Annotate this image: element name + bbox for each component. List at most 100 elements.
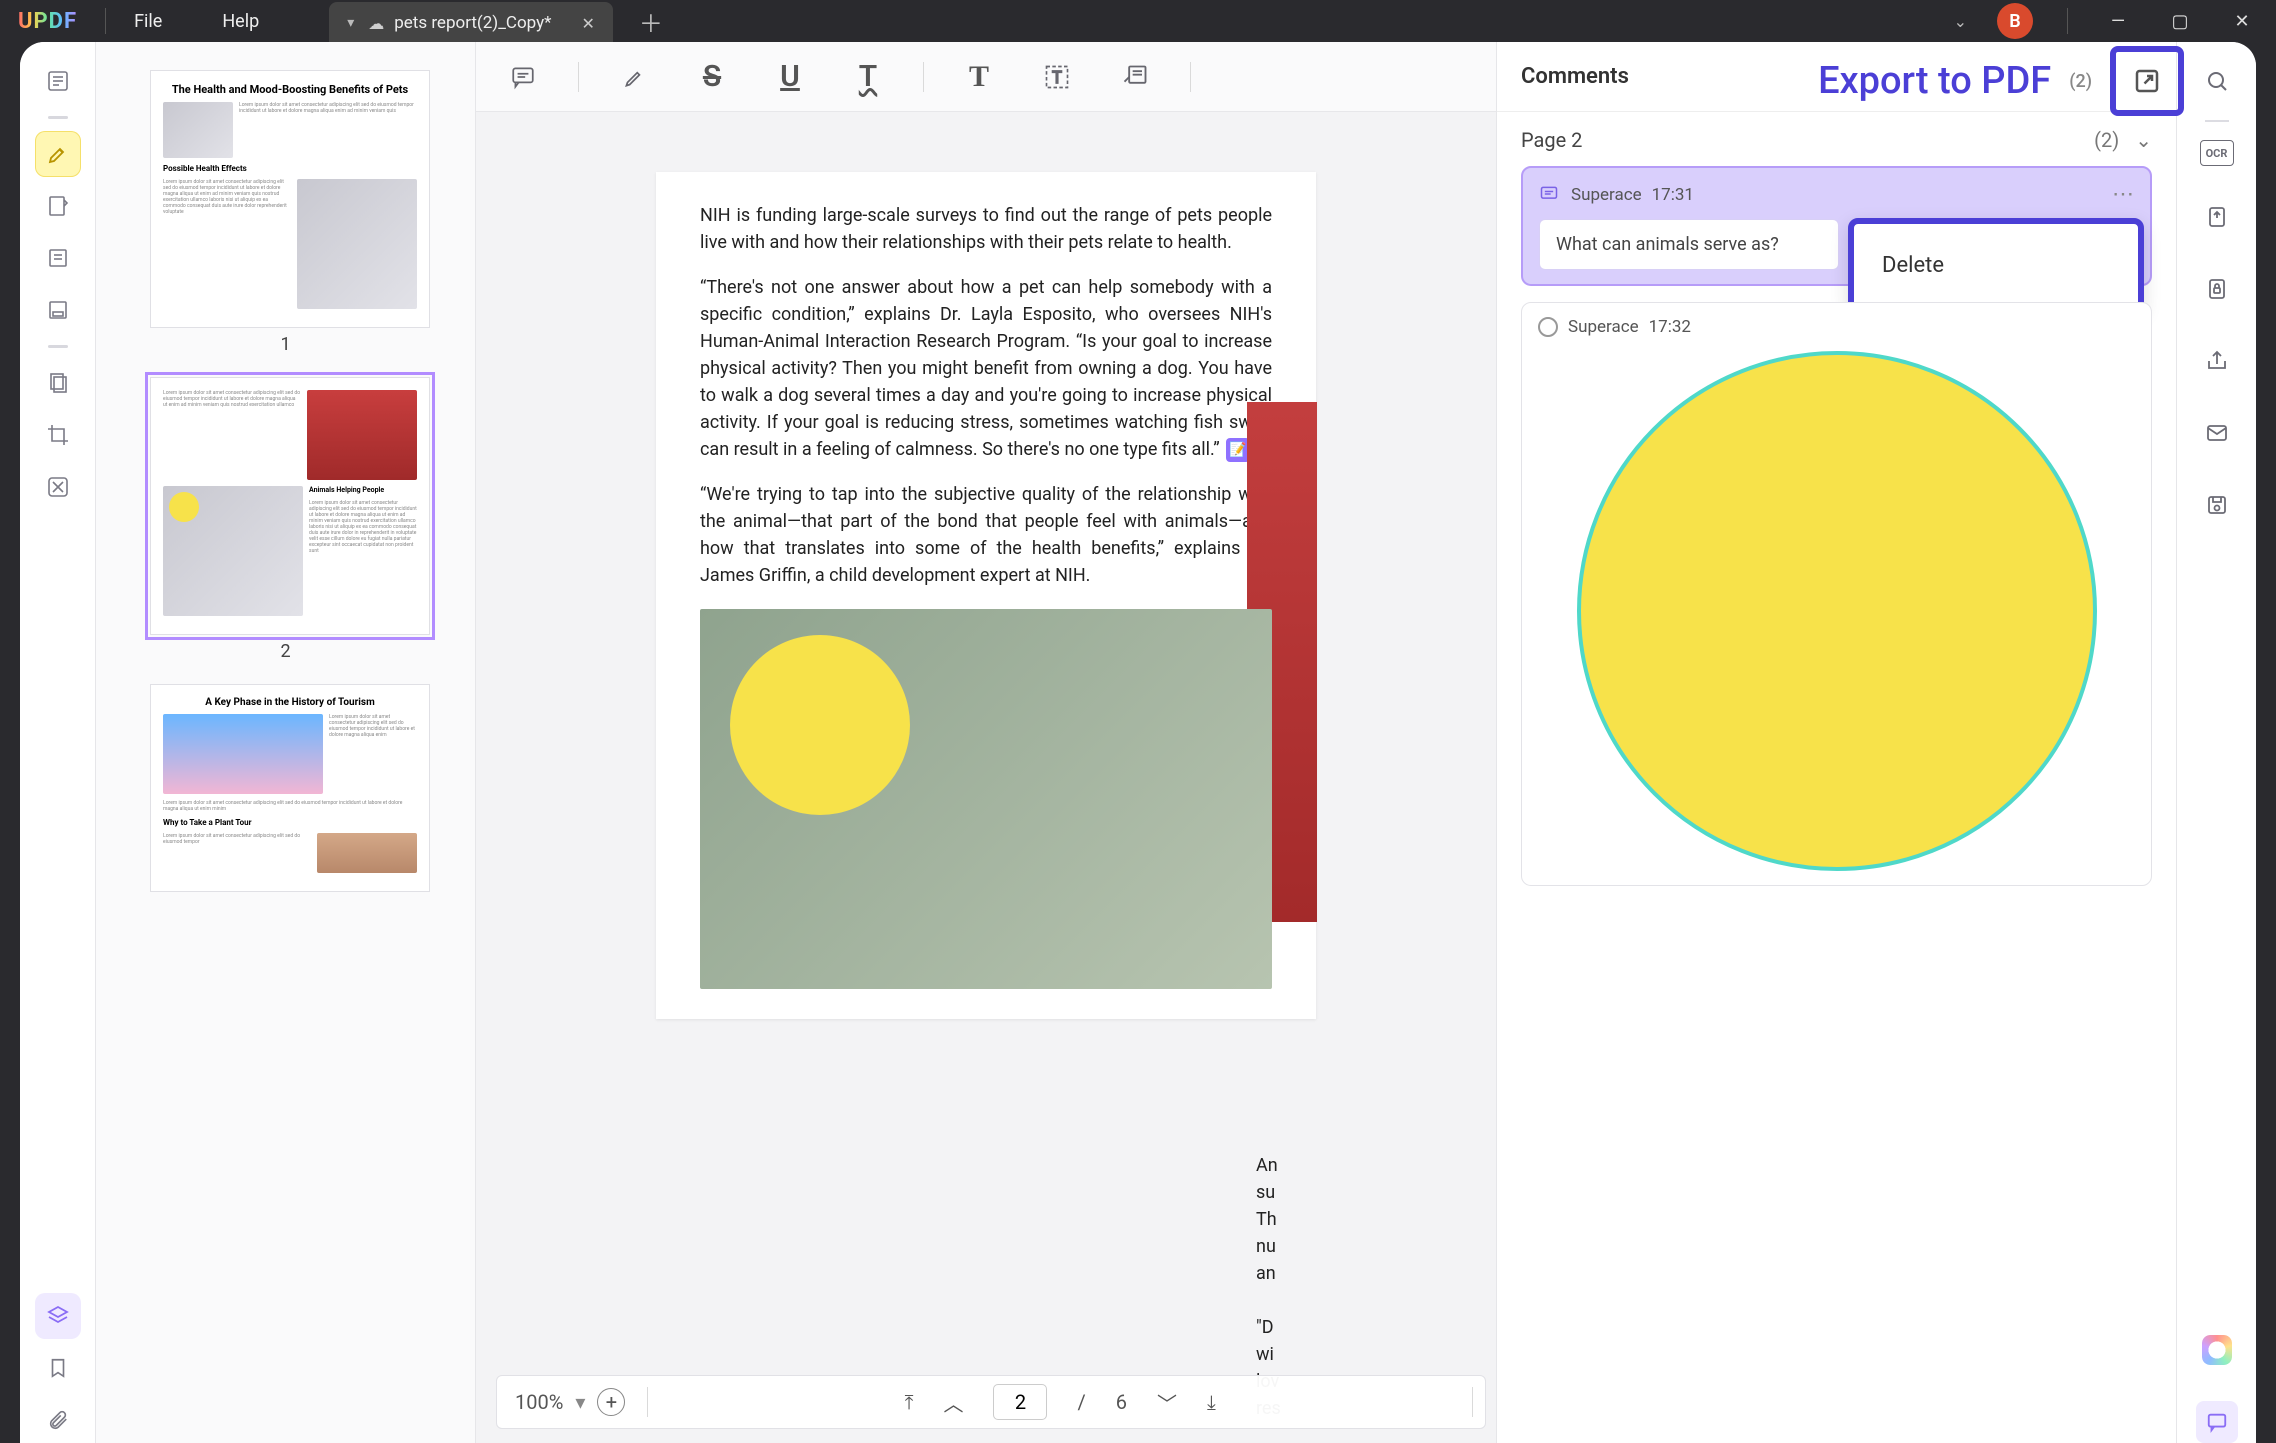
- convert-icon[interactable]: [2196, 196, 2238, 238]
- new-tab-button[interactable]: ＋: [639, 4, 663, 39]
- search-icon[interactable]: [2196, 60, 2238, 102]
- thumb-title: A Key Phase in the History of Tourism: [163, 697, 417, 708]
- app-logo: UPDF: [18, 9, 77, 34]
- last-page-icon[interactable]: ⤓: [1207, 1390, 1216, 1414]
- thumb-subtitle: Animals Helping People: [309, 486, 417, 494]
- divider: [48, 116, 68, 119]
- user-avatar[interactable]: B: [1997, 3, 2033, 39]
- protect-icon[interactable]: [2196, 268, 2238, 310]
- bookmark-icon[interactable]: [35, 1345, 81, 1391]
- chevron-down-icon[interactable]: ⌄: [2135, 128, 2152, 152]
- share-icon[interactable]: [2196, 340, 2238, 382]
- page-separator: /: [1077, 1390, 1085, 1414]
- page-nav-bar: 100% ▾ + ⤒ ︿ / 6 ﹀ ⤓: [496, 1375, 1486, 1429]
- organize-pages-icon[interactable]: [35, 235, 81, 281]
- chat-icon[interactable]: [2196, 1401, 2238, 1443]
- tab-chevron-icon[interactable]: ▾: [347, 15, 354, 31]
- copy-pages-icon[interactable]: [35, 360, 81, 406]
- page-thumbnails: The Health and Mood-Boosting Benefits of…: [96, 42, 476, 1443]
- layers-icon[interactable]: [35, 1293, 81, 1339]
- squiggly-icon[interactable]: T: [851, 60, 885, 94]
- textbox-tool-icon[interactable]: T: [1040, 60, 1074, 94]
- tab-title: pets report(2)_Copy*: [394, 13, 551, 33]
- email-icon[interactable]: [2196, 412, 2238, 454]
- right-tool-rail: OCR: [2176, 42, 2256, 1443]
- menu-file[interactable]: File: [134, 11, 162, 32]
- save-icon[interactable]: [2196, 484, 2238, 526]
- comment-more-icon[interactable]: ⋯: [2112, 182, 2134, 207]
- next-page-icon[interactable]: ﹀: [1157, 1388, 1177, 1417]
- left-tool-rail: [20, 42, 96, 1443]
- tabs-dropdown-icon[interactable]: ⌄: [1954, 12, 1967, 31]
- close-icon[interactable]: ✕: [581, 14, 594, 33]
- thumb-title: The Health and Mood-Boosting Benefits of…: [163, 83, 417, 96]
- comment-tool-icon[interactable]: [506, 60, 540, 94]
- delete-menu-item[interactable]: Delete: [1848, 218, 2144, 312]
- shape-icon: [1538, 317, 1558, 337]
- thumb-label: 1: [150, 334, 421, 355]
- menu-help[interactable]: Help: [222, 11, 259, 32]
- comments-page-label[interactable]: Page 2: [1521, 128, 1582, 152]
- strikethrough-icon[interactable]: S: [695, 60, 729, 94]
- redact-icon[interactable]: [35, 464, 81, 510]
- export-button-highlight[interactable]: [2110, 46, 2184, 116]
- paragraph: “There's not one answer about how a pet …: [700, 274, 1272, 463]
- callout-tool-icon[interactable]: [1118, 60, 1152, 94]
- pdf-page: NIH is funding large-scale surveys to fi…: [656, 172, 1316, 1019]
- divider: [48, 345, 68, 348]
- divider: [105, 8, 106, 34]
- comment-card[interactable]: Superace 17:31 ⋯ What can animals serve …: [1521, 166, 2152, 286]
- comments-panel: Export to PDF(2) Comments Page 2 (2) ⌄ S…: [1496, 42, 2176, 1443]
- page-input[interactable]: [993, 1384, 1047, 1420]
- thumb-label: 2: [150, 641, 421, 662]
- comment-author: Superace: [1568, 317, 1639, 337]
- prev-page-icon[interactable]: ︿: [943, 1388, 963, 1417]
- zoom-dropdown-icon[interactable]: ▾: [575, 1390, 585, 1414]
- comment-author: Superace: [1571, 185, 1642, 205]
- divider: [2067, 8, 2068, 34]
- divider: [1190, 62, 1191, 92]
- reader-mode-icon[interactable]: [35, 58, 81, 104]
- divider: [2205, 120, 2229, 122]
- underline-icon[interactable]: U: [773, 60, 807, 94]
- divider: [647, 1387, 648, 1417]
- maximize-button[interactable]: ▢: [2164, 11, 2196, 32]
- highlighter-icon[interactable]: [35, 131, 81, 177]
- annotation-shape-preview: [1577, 351, 2097, 871]
- highlight-tool-icon[interactable]: [617, 60, 651, 94]
- comment-time: 17:32: [1649, 317, 1691, 337]
- thumbnail-page-3[interactable]: A Key Phase in the History of Tourism Lo…: [150, 684, 430, 892]
- note-icon: [1539, 184, 1561, 206]
- document-viewport[interactable]: AnsuThnuan"Dwilovres NIH is funding larg…: [476, 112, 1496, 1443]
- paragraph: NIH is funding large-scale surveys to fi…: [700, 202, 1272, 256]
- zoom-value[interactable]: 100%: [515, 1390, 563, 1414]
- edit-text-icon[interactable]: [35, 183, 81, 229]
- annotation-toolbar: S U T T T: [476, 42, 1496, 112]
- annotation-shape-circle[interactable]: [730, 635, 910, 815]
- paragraph: “We're trying to tap into the subjective…: [700, 481, 1272, 589]
- divider: [1472, 1387, 1473, 1417]
- first-page-icon[interactable]: ⤒: [905, 1390, 914, 1414]
- minimize-button[interactable]: —: [2102, 11, 2134, 32]
- document-tab[interactable]: ▾ ☁ pets report(2)_Copy* ✕: [329, 2, 613, 44]
- divider: [578, 62, 579, 92]
- crop-icon[interactable]: [35, 412, 81, 458]
- thumbnail-page-2[interactable]: Lorem ipsum dolor sit amet consectetur a…: [150, 377, 430, 635]
- close-window-button[interactable]: ✕: [2226, 11, 2258, 32]
- attachment-icon[interactable]: [35, 1397, 81, 1443]
- svg-text:T: T: [1052, 67, 1062, 86]
- thumbnail-page-1[interactable]: The Health and Mood-Boosting Benefits of…: [150, 70, 430, 328]
- page-total: 6: [1116, 1390, 1127, 1414]
- ai-icon[interactable]: [2196, 1329, 2238, 1371]
- ocr-icon[interactable]: OCR: [2200, 140, 2234, 166]
- cloud-icon: ☁: [368, 14, 384, 33]
- comment-card[interactable]: Superace 17:32: [1521, 302, 2152, 886]
- form-icon[interactable]: [35, 287, 81, 333]
- comment-text[interactable]: What can animals serve as?: [1539, 219, 1839, 270]
- export-callout: Export to PDF(2): [1818, 46, 2184, 116]
- page-image: [700, 609, 1272, 989]
- comment-time: 17:31: [1652, 185, 1694, 205]
- text-tool-icon[interactable]: T: [962, 60, 996, 94]
- zoom-in-icon[interactable]: +: [597, 1388, 625, 1416]
- comments-count: (2): [2094, 128, 2119, 152]
